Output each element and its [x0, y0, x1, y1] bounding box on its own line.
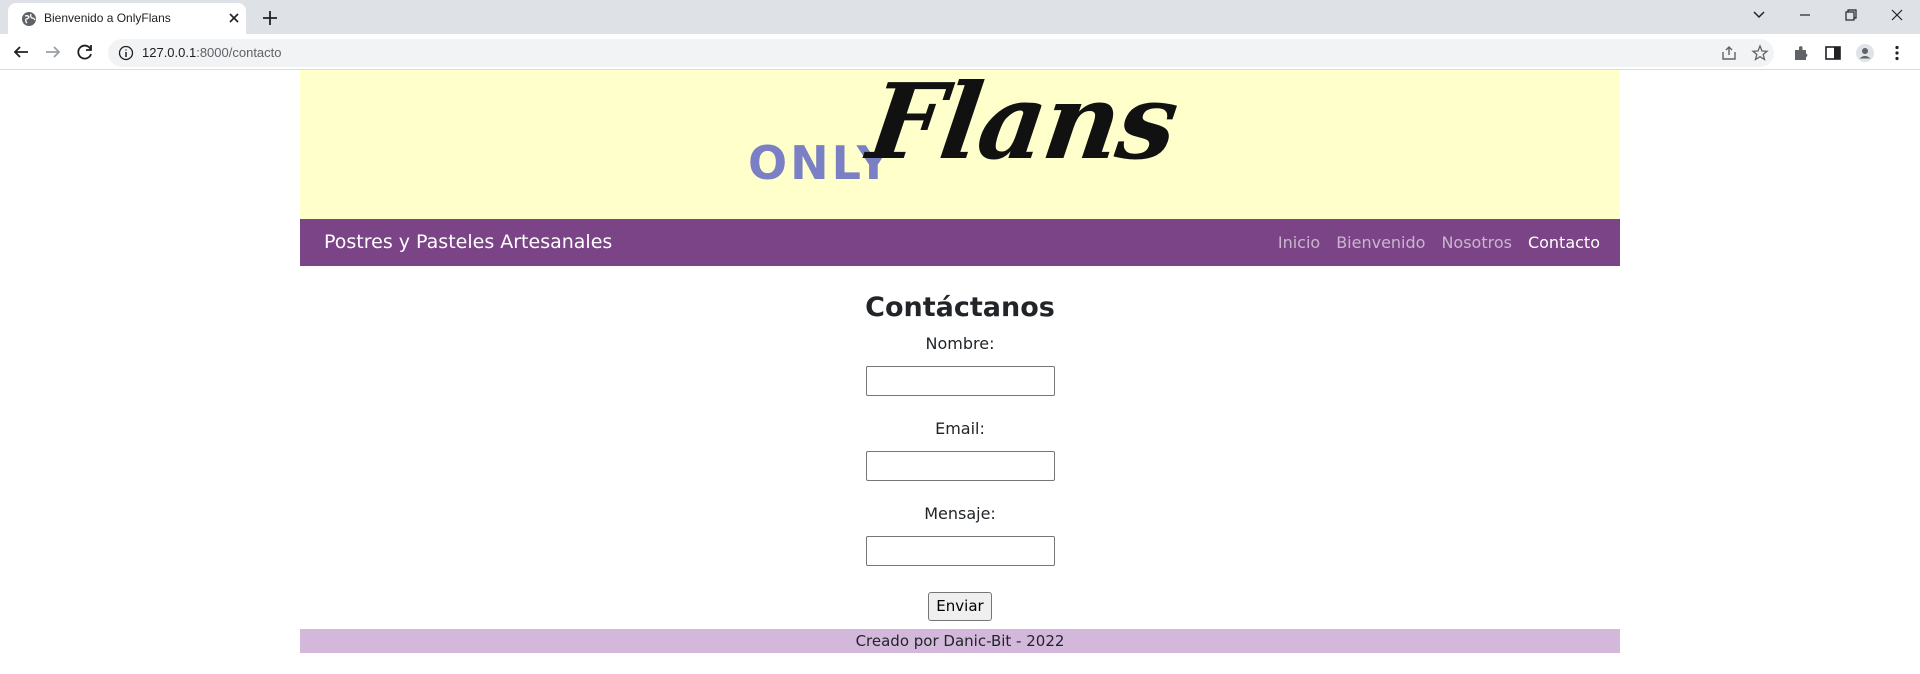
extensions-icon[interactable]: [1791, 43, 1811, 63]
logo-name: Flans: [861, 60, 1184, 183]
nav-link-contacto[interactable]: Contacto: [1528, 233, 1600, 252]
bookmark-star-icon[interactable]: [1751, 44, 1769, 62]
tab-search-icon[interactable]: [1746, 4, 1772, 26]
side-panel-icon[interactable]: [1823, 43, 1843, 63]
nav-links: Inicio Bienvenido Nosotros Contacto: [1278, 233, 1600, 252]
page-title: Contáctanos: [865, 292, 1055, 323]
navbar: Postres y Pasteles Artesanales Inicio Bi…: [300, 219, 1620, 266]
restore-icon[interactable]: [1838, 4, 1864, 26]
name-field[interactable]: [865, 366, 1055, 396]
page-footer: Creado por Danic-Bit - 2022: [300, 629, 1620, 653]
new-tab-icon[interactable]: [259, 7, 281, 29]
navbar-brand[interactable]: Postres y Pasteles Artesanales: [324, 231, 612, 253]
nav-link-bienvenido[interactable]: Bienvenido: [1336, 233, 1425, 252]
site-info-icon[interactable]: [118, 45, 134, 61]
reload-icon[interactable]: [74, 41, 96, 63]
nav-link-nosotros[interactable]: Nosotros: [1441, 233, 1512, 252]
minimize-icon[interactable]: [1792, 4, 1818, 26]
close-tab-icon[interactable]: [225, 9, 243, 27]
forward-icon[interactable]: [42, 41, 64, 63]
url-text[interactable]: 127.0.0.1:8000/contacto: [142, 45, 282, 60]
message-field[interactable]: [865, 536, 1055, 566]
profile-icon[interactable]: [1855, 43, 1875, 63]
browser-tab[interactable]: Bienvenido a OnlyFlans: [8, 3, 246, 34]
globe-icon: [22, 12, 36, 26]
nav-link-inicio[interactable]: Inicio: [1278, 233, 1320, 252]
tab-title: Bienvenido a OnlyFlans: [44, 11, 171, 25]
email-field[interactable]: [865, 451, 1055, 481]
site-logo[interactable]: ONLY Flans: [744, 60, 1184, 212]
window-close-icon[interactable]: [1884, 4, 1910, 26]
contact-form: Contáctanos Nombre: Email: Mensaje: Envi…: [300, 266, 1620, 621]
page-container: ONLY Flans Postres y Pasteles Artesanale…: [300, 60, 1620, 621]
menu-dots-icon[interactable]: [1887, 43, 1907, 63]
header-banner: ONLY Flans: [300, 60, 1620, 219]
share-icon[interactable]: [1720, 44, 1738, 62]
browser-tabstrip: Bienvenido a OnlyFlans: [0, 0, 1920, 34]
submit-button[interactable]: Enviar: [928, 592, 992, 621]
back-icon[interactable]: [10, 41, 32, 63]
email-label: Email:: [935, 419, 985, 438]
message-label: Mensaje:: [924, 504, 996, 523]
name-label: Nombre:: [925, 334, 995, 353]
